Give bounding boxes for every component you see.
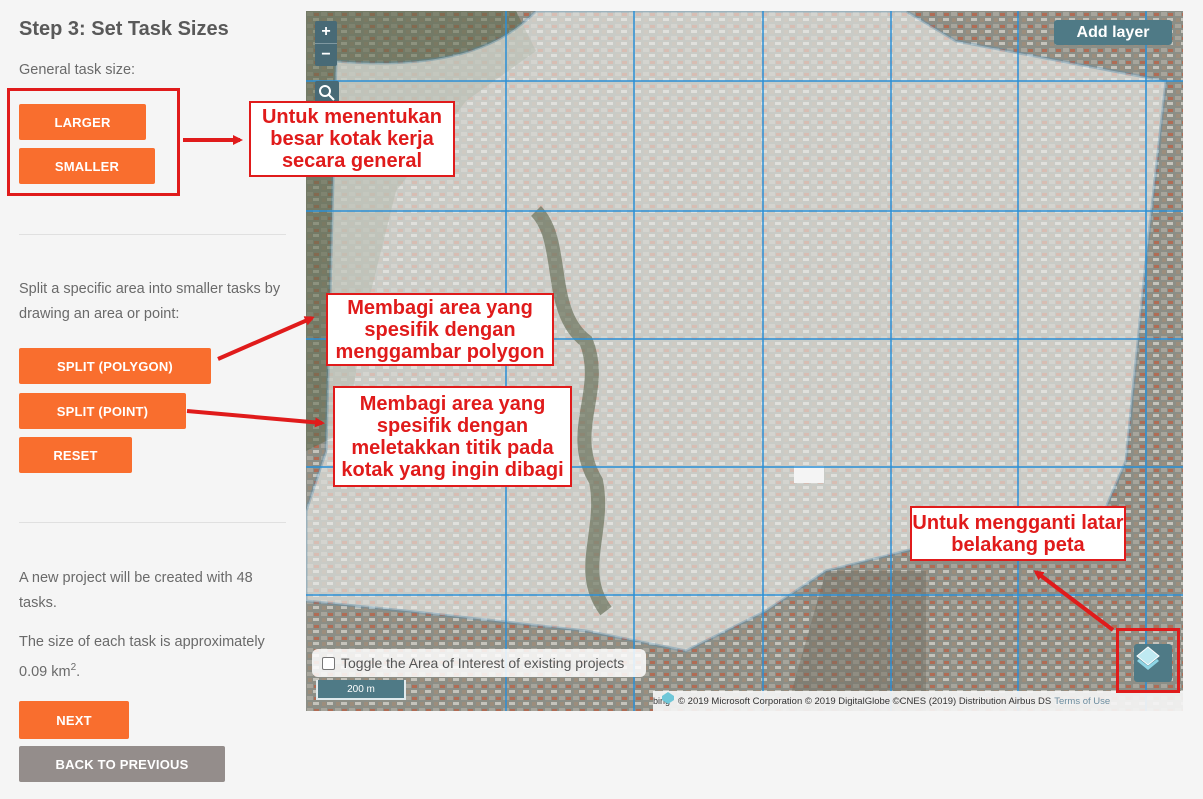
- scale-bar: 200 m: [316, 680, 406, 700]
- split-polygon-button[interactable]: SPLIT (POLYGON): [19, 348, 211, 384]
- split-instructions: Split a specific area into smaller tasks…: [19, 281, 281, 322]
- task-size-suffix: .: [76, 663, 81, 680]
- divider: [19, 234, 286, 235]
- page-title: Step 3: Set Task Sizes: [19, 18, 229, 40]
- highlight-size-buttons: [7, 88, 180, 196]
- annotation-general-size: Untuk menentukan besar kotak kerja secar…: [249, 101, 455, 177]
- terms-of-use-link[interactable]: Terms of Use: [1054, 696, 1110, 707]
- toggle-aoi-label: Toggle the Area of Interest of existing …: [341, 655, 625, 671]
- annotation-split-polygon: Membagi area yang spesifik dengan mengga…: [326, 293, 554, 366]
- task-size-info: The size of each task is approximately 0…: [19, 630, 281, 685]
- attribution-text: © 2019 Microsoft Corporation © 2019 Digi…: [678, 695, 1052, 707]
- annotation-split-point: Membagi area yang spesifik dengan meleta…: [333, 386, 572, 487]
- divider: [19, 522, 286, 523]
- map-attribution: bing © 2019 Microsoft Corporation © 2019…: [653, 691, 1183, 711]
- annotation-basemap: Untuk mengganti latar belakang peta: [910, 506, 1126, 561]
- general-task-size-label: General task size:: [19, 62, 136, 78]
- highlight-layer-button: [1116, 628, 1180, 693]
- task-size-text: The size of each task is approximately 0…: [19, 634, 265, 680]
- toggle-aoi-control[interactable]: Toggle the Area of Interest of existing …: [312, 649, 646, 677]
- zoom-control: + −: [315, 21, 337, 66]
- zoom-in-button[interactable]: +: [315, 21, 337, 44]
- reset-button[interactable]: RESET: [19, 437, 132, 473]
- add-layer-button[interactable]: Add layer: [1054, 20, 1172, 45]
- next-button[interactable]: NEXT: [19, 701, 129, 739]
- task-count-info: A new project will be created with 48 ta…: [19, 570, 253, 611]
- split-point-button[interactable]: SPLIT (POINT): [19, 393, 186, 429]
- zoom-out-button[interactable]: −: [315, 44, 337, 66]
- back-to-previous-button[interactable]: BACK TO PREVIOUS: [19, 746, 225, 782]
- map-logo-icon: [662, 692, 674, 704]
- toggle-aoi-checkbox[interactable]: [322, 656, 335, 670]
